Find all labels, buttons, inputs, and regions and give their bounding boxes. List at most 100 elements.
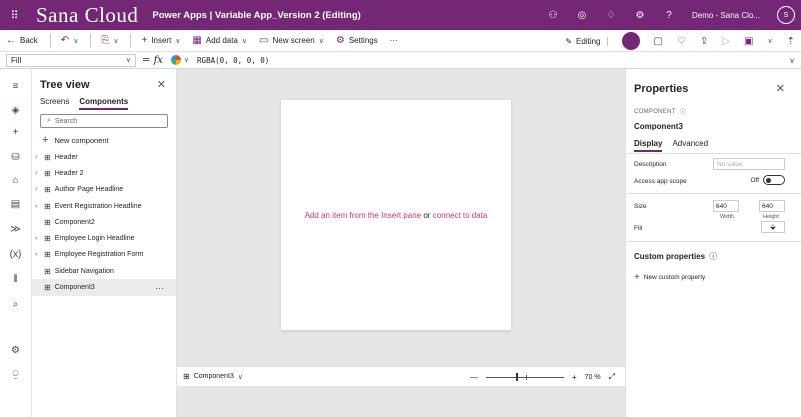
color-picker-button[interactable]: ∨ bbox=[170, 55, 189, 65]
screen-icon: ▭ bbox=[259, 35, 269, 46]
fit-screen-icon[interactable]: ⤢ bbox=[609, 372, 615, 382]
height-input[interactable]: 640 bbox=[759, 200, 785, 212]
chevron-right-icon[interactable]: › bbox=[35, 203, 43, 210]
help-icon[interactable]: ⓘ bbox=[680, 107, 686, 116]
help-icon[interactable]: ? bbox=[663, 10, 675, 21]
data-icon[interactable]: ⛁ bbox=[0, 152, 31, 163]
more-button[interactable]: ··· bbox=[390, 36, 398, 45]
menu-icon[interactable]: ≡ bbox=[0, 81, 31, 92]
tab-screens[interactable]: Screens bbox=[40, 97, 69, 110]
play-icon[interactable]: ▷ bbox=[722, 36, 730, 47]
chevron-down-icon[interactable]: ∨ bbox=[238, 373, 243, 381]
insert-button[interactable]: + Insert ∨ bbox=[141, 35, 180, 46]
left-rail: ≡ ◈ + ⛁ ⌂ ▤ ≫ (x) ⫴ ⌕ ⚙ ⍜ bbox=[0, 69, 32, 417]
avatar[interactable]: S bbox=[777, 6, 795, 24]
gear-icon: ⚙ bbox=[335, 35, 345, 46]
settings-icon[interactable]: ⚙ bbox=[0, 345, 31, 356]
undo-button[interactable]: ↶ ∨ bbox=[61, 35, 79, 46]
zoom-slider[interactable] bbox=[485, 372, 564, 381]
zoom-out-button[interactable]: — bbox=[470, 373, 478, 382]
chevron-right-icon[interactable]: › bbox=[35, 235, 43, 242]
more-options-button[interactable]: ··· bbox=[155, 283, 164, 293]
media-icon[interactable]: ▤ bbox=[0, 199, 31, 210]
fill-color-picker[interactable]: ⬙ bbox=[761, 221, 785, 233]
component-icon: ⊞ bbox=[44, 201, 51, 211]
list-item[interactable]: › ⊞ Employee Registration Form bbox=[32, 247, 176, 263]
divider bbox=[130, 33, 132, 48]
component-icon: ⊞ bbox=[44, 283, 51, 293]
close-icon[interactable]: ✕ bbox=[157, 78, 166, 91]
command-bar-right: ✎ Editing ▢ ♡ ⇪ ▷ ▣ ∨ ⇡ bbox=[565, 30, 795, 52]
add-data-button[interactable]: ▦ Add data ∨ bbox=[192, 35, 247, 46]
library-icon[interactable]: ⫴ bbox=[0, 274, 31, 285]
undo-icon: ↶ bbox=[60, 35, 70, 46]
share-icon[interactable]: ⇪ bbox=[700, 36, 708, 47]
plus-icon[interactable]: + bbox=[0, 127, 31, 138]
comment-icon[interactable]: ▢ bbox=[654, 36, 663, 47]
gear-icon[interactable]: ⚙ bbox=[634, 10, 646, 21]
insert-pane-link[interactable]: Add an item from the Insert pane bbox=[305, 211, 422, 220]
component-canvas[interactable]: Add an item from the Insert pane or conn… bbox=[281, 100, 511, 330]
chevron-right-icon[interactable]: › bbox=[35, 251, 43, 258]
app-launcher-icon[interactable]: ⠿ bbox=[0, 0, 30, 30]
zoom-in-button[interactable]: + bbox=[572, 373, 577, 382]
publish-icon[interactable]: ⇡ bbox=[787, 36, 795, 47]
editing-status[interactable]: ✎ Editing bbox=[565, 36, 608, 46]
list-item[interactable]: › ⊞ Employee Login Headline bbox=[32, 230, 176, 246]
description-input[interactable]: No value bbox=[713, 158, 785, 170]
save-icon[interactable]: ▣ bbox=[744, 36, 753, 47]
property-dropdown[interactable]: Fill ∨ bbox=[6, 53, 136, 67]
custom-properties-title: Custom properties ⓘ bbox=[634, 251, 718, 262]
current-component[interactable]: Component3 bbox=[194, 373, 234, 380]
chevron-down-icon[interactable]: ∨ bbox=[767, 37, 772, 45]
formula-input[interactable]: RGBA(0, 0, 0, 0) bbox=[197, 56, 269, 65]
access-app-scope-toggle[interactable]: Off bbox=[750, 175, 785, 185]
flow-icon[interactable]: ≫ bbox=[0, 224, 31, 235]
info-icon[interactable]: ⓘ bbox=[709, 251, 717, 262]
width-input[interactable]: 640 bbox=[713, 200, 739, 212]
list-item[interactable]: › ⊞ Header 2 bbox=[32, 165, 176, 181]
new-component-button[interactable]: + New component bbox=[42, 134, 109, 146]
chevron-right-icon[interactable]: › bbox=[35, 154, 43, 161]
avatar-circle[interactable] bbox=[621, 32, 640, 50]
empty-canvas-message: Add an item from the Insert pane or conn… bbox=[304, 210, 488, 220]
tab-advanced[interactable]: Advanced bbox=[672, 139, 708, 152]
close-icon[interactable]: ✕ bbox=[776, 82, 785, 95]
search-icon[interactable]: ⌕ bbox=[0, 299, 31, 310]
list-item[interactable]: › ⊞ Author Page Headline bbox=[32, 182, 176, 198]
list-item[interactable]: ⊞ Component2 bbox=[32, 214, 176, 230]
health-check-icon[interactable]: ♡ bbox=[677, 36, 686, 47]
size-label: Size bbox=[634, 203, 647, 210]
share-icon[interactable]: ◎ bbox=[576, 10, 588, 21]
layers-icon[interactable]: ◈ bbox=[0, 105, 31, 116]
chevron-down-icon: ∨ bbox=[175, 37, 181, 45]
environment-name[interactable]: Demo - Sana Clo... bbox=[692, 11, 760, 20]
variables-icon[interactable]: (x) bbox=[0, 249, 31, 260]
new-screen-button[interactable]: ▭ New screen ∨ bbox=[259, 35, 324, 46]
chevron-right-icon[interactable]: › bbox=[35, 170, 43, 177]
people-icon[interactable]: ⚇ bbox=[547, 10, 559, 21]
chevron-right-icon[interactable]: › bbox=[35, 186, 43, 193]
expand-formula-icon[interactable]: ∨ bbox=[789, 56, 795, 65]
bell-icon[interactable]: ♢ bbox=[605, 10, 617, 21]
search-input[interactable]: ⌕ Search bbox=[40, 114, 168, 128]
new-custom-property-button[interactable]: + New custom property bbox=[634, 272, 705, 283]
connect-data-link[interactable]: connect to data bbox=[433, 211, 488, 220]
component-icon: ⊞ bbox=[44, 234, 51, 244]
divider bbox=[90, 33, 92, 48]
plus-icon: + bbox=[141, 35, 148, 46]
table-icon: ▦ bbox=[192, 35, 202, 46]
tab-components[interactable]: Components bbox=[79, 97, 129, 110]
zoom-slider-thumb[interactable] bbox=[515, 372, 518, 381]
list-item[interactable]: ⊞ Sidebar Navigation bbox=[32, 263, 176, 279]
list-item[interactable]: › ⊞ Header bbox=[32, 149, 176, 165]
list-item[interactable]: › ⊞ Event Registration Headline bbox=[32, 198, 176, 214]
database-icon[interactable]: ⌂ bbox=[0, 175, 31, 186]
chevron-down-icon: ∨ bbox=[73, 37, 79, 45]
settings-button[interactable]: ⚙ Settings bbox=[336, 35, 378, 46]
tab-display[interactable]: Display bbox=[634, 139, 663, 152]
paste-button[interactable]: ⎘ ∨ bbox=[101, 35, 118, 46]
virtual-agent-icon[interactable]: ⍜ bbox=[0, 369, 31, 380]
list-item-selected[interactable]: ⊞ Component3 ··· bbox=[32, 279, 176, 296]
back-button[interactable]: ← Back bbox=[6, 35, 38, 46]
